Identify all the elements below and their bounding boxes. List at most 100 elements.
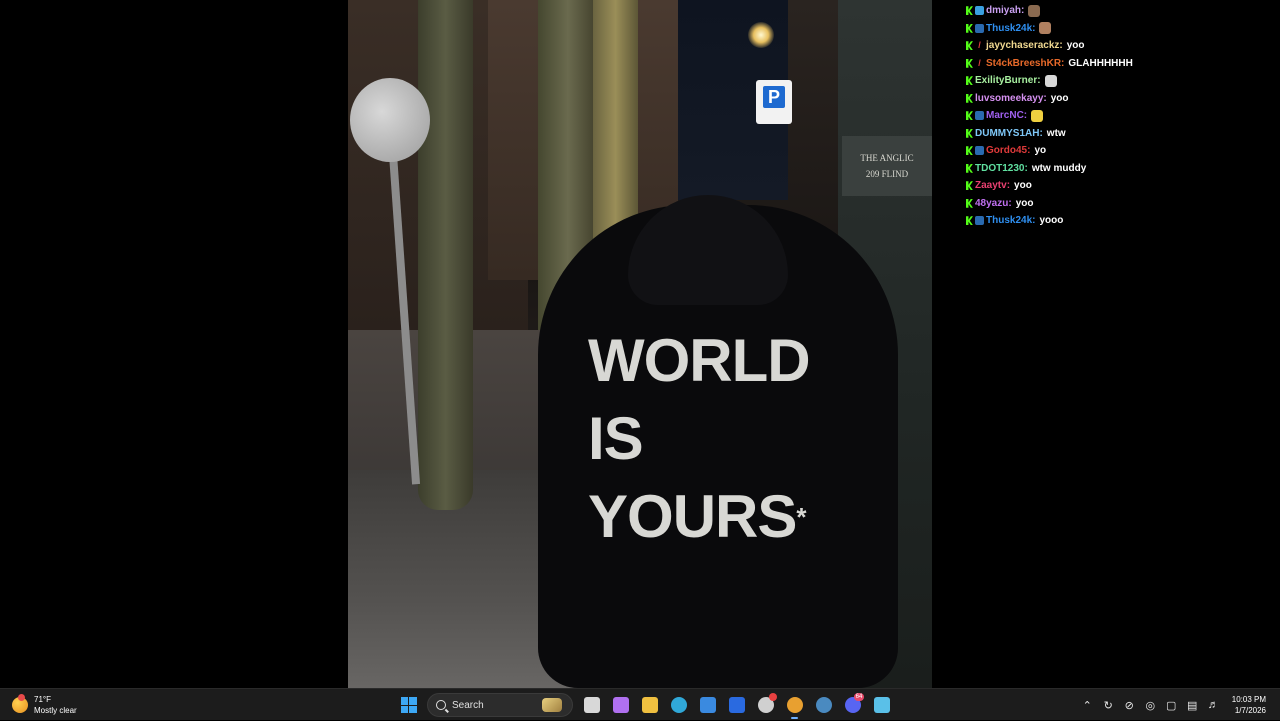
chat-message: Zaaytv: yoo [966,177,1266,195]
file-explorer-icon [641,697,658,713]
chat-message: MarcNC: [966,107,1266,125]
subscriber-badge-icon [975,23,984,33]
slash-badge-icon: / [978,57,981,68]
chat-username[interactable]: Gordo45: [986,145,1030,156]
taskbar-discord[interactable]: 64 [838,691,867,719]
network-icon[interactable]: ▤ [1182,699,1203,712]
chrome-icon [786,697,803,713]
search-label: Search [452,699,484,711]
microsoft-store-icon [699,697,716,713]
start-button[interactable] [394,691,423,719]
chat-separator: : [1061,57,1065,69]
kick-badge-icon [966,181,973,191]
kick-badge-icon [966,111,973,121]
hoodie-print-asterisk: * [796,502,806,532]
chat-username[interactable]: MarcNC: [986,110,1027,121]
chat-username-text: dmiyah [986,5,1022,17]
chat-username[interactable]: ExilityBurner: [975,75,1041,86]
chevron-up-icon[interactable]: ⌃ [1077,699,1098,712]
chat-username[interactable]: dmiyah: [986,5,1024,16]
chat-text: wtw muddy [1031,162,1087,174]
chat-username-text: Zaaytv [975,180,1007,192]
taskbar-copilot[interactable] [606,691,635,719]
chat-text: yoo [1050,92,1069,104]
kick-badge-icon [966,23,973,33]
chat-username[interactable]: Zaaytv: [975,180,1010,191]
kick-badge-icon [966,146,973,156]
chat-separator: : [1059,40,1063,52]
taskbar-notepad[interactable] [867,691,896,719]
chat-message: / St4ckBreeshKR: GLAHHHHHH [966,55,1266,73]
task-view-icon [583,697,600,713]
chat-username[interactable]: jayychaserackz: [986,40,1063,51]
chat-message: Thusk24k: [966,20,1266,38]
clock-date: 1/7/2026 [1234,706,1266,715]
chat-username[interactable]: St4ckBreeshKR: [986,58,1064,69]
kick-badge-icon [966,58,973,68]
taskbar: 71°F Mostly clear Search 64 ⌃ ↻ ⊘ ◎ ▢ ▤ … [0,688,1280,720]
taskbar-file-explorer[interactable] [635,691,664,719]
hoodie-print-word: YOURS [588,483,797,550]
taskbar-mail[interactable] [722,691,751,719]
mail-icon [728,697,745,713]
chat-text: yooo [1039,215,1064,227]
windows-icon [400,697,417,713]
chat-username[interactable]: DUMMYS1AH: [975,128,1043,139]
sync-icon[interactable]: ↻ [1098,699,1119,712]
chat-username-text: Thusk24k [986,22,1033,34]
chat-username[interactable]: Thusk24k: [986,215,1035,226]
chat-text: wtw [1046,127,1066,139]
clock-time: 10:03 PM [1231,695,1266,704]
hoodie-print-line: IS [588,405,644,472]
weather-widget[interactable]: 71°F Mostly clear [12,693,77,717]
volume-icon[interactable]: ♬ [1203,699,1224,711]
street-light [748,22,774,48]
chat-username-text: jayychaserackz [986,40,1060,52]
chat-message: Thusk24k: yooo [966,212,1266,230]
eye-off-icon[interactable]: ⊘ [1119,699,1140,712]
taskbar-microsoft-store[interactable] [693,691,722,719]
chat-username[interactable]: Thusk24k: [986,23,1035,34]
chat-username-text: St4ckBreeshKR [986,57,1062,69]
edge-icon [670,697,687,713]
chat-message: dmiyah: [966,2,1266,20]
slash-badge-icon: / [978,40,981,51]
chat-emote-icon [1031,109,1044,122]
search-highlight-icon [542,698,562,712]
stream-video: THE ANGLIC 209 FLIND P WORLD IS YOURS* [348,0,932,688]
chat-separator: : [1024,162,1028,174]
taskbar-edge[interactable] [664,691,693,719]
hoodie-print: WORLD IS YOURS* [588,322,848,556]
building-plaque: THE ANGLIC 209 FLIND [842,136,932,196]
chat-username[interactable]: 48yazu: [975,198,1012,209]
notification-count: 64 [854,693,864,701]
chat-username-text: DUMMYS1AH [975,127,1040,139]
search-icon [436,700,446,710]
chat-separator: : [1021,5,1025,17]
subscriber-badge-icon [975,216,984,226]
chat-message: TDOT1230: wtw muddy [966,160,1266,178]
subscriber-badge-icon [975,146,984,156]
chat-username[interactable]: luvsomeekayy: [975,93,1047,104]
chat-username[interactable]: TDOT1230: [975,163,1028,174]
kick-badge-icon [966,163,973,173]
notepad-icon [873,697,890,713]
microphone-icon[interactable]: ◎ [1140,699,1161,712]
chat-separator: : [1032,22,1036,34]
kick-badge-icon [966,198,973,208]
taskbar-chrome[interactable] [780,691,809,719]
chat-message: Gordo45: yo [966,142,1266,160]
subscriber-badge-icon [975,111,984,121]
taskbar-steam[interactable] [809,691,838,719]
display-icon[interactable]: ▢ [1161,699,1182,712]
kick-badge-icon [966,76,973,86]
weather-desc: Mostly clear [34,706,77,715]
taskbar-apps: Search 64 [394,691,896,719]
search-box[interactable]: Search [427,693,573,717]
hoodie-print-line: WORLD [588,327,811,394]
clock[interactable]: 10:03 PM 1/7/2026 [1232,694,1266,716]
chat-message: luvsomeekayy: yoo [966,90,1266,108]
chat-message: 48yazu: yoo [966,195,1266,213]
taskbar-task-view[interactable] [577,691,606,719]
taskbar-game-app[interactable] [751,691,780,719]
